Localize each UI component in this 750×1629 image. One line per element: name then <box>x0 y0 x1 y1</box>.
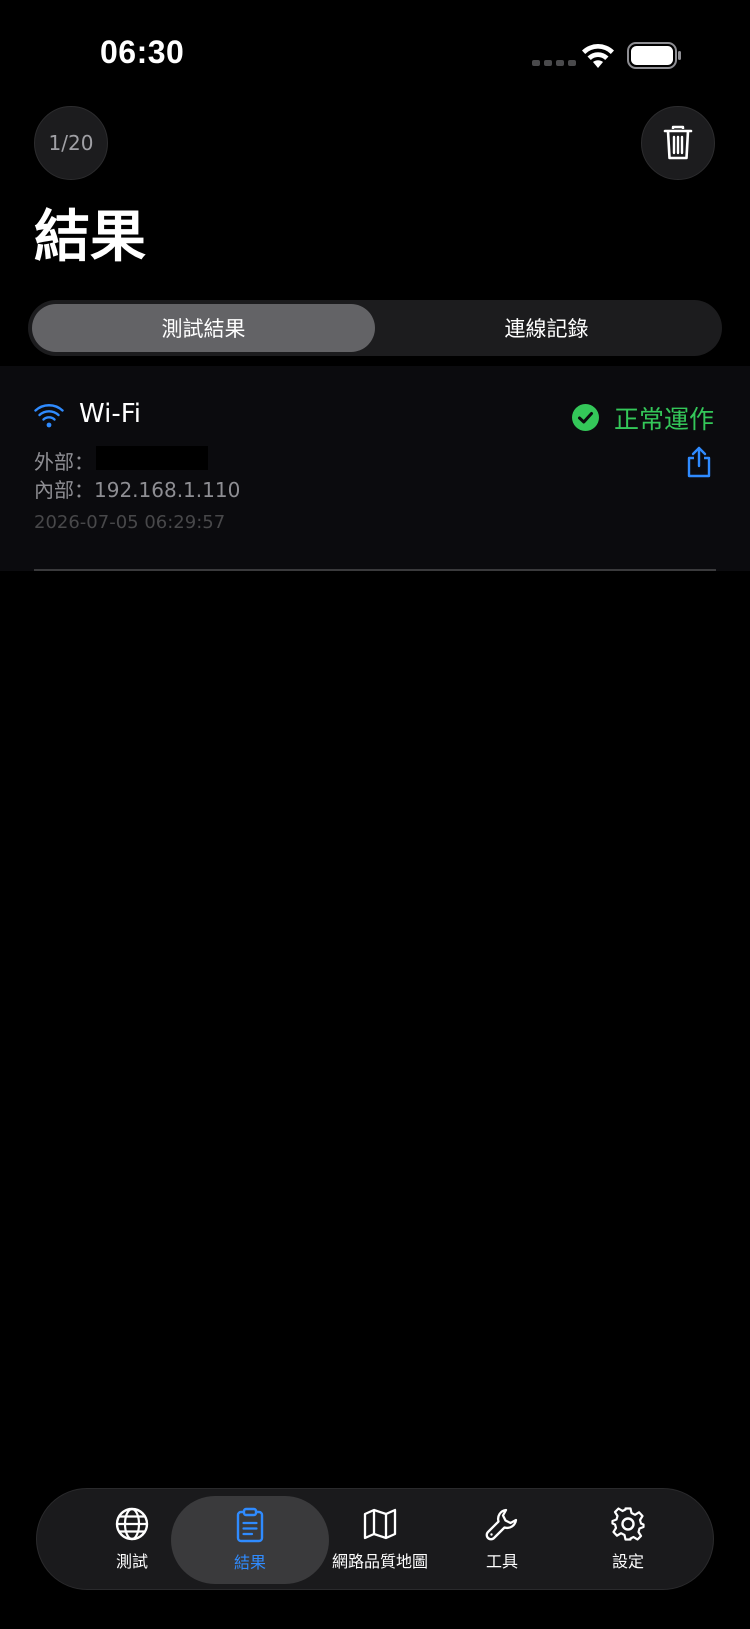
tab-test-label: 測試 <box>115 1552 148 1571</box>
clipboard-icon <box>236 1507 264 1543</box>
result-counter-button[interactable]: 1/20 <box>34 106 108 180</box>
status-time: 06:30 <box>100 34 185 70</box>
tab-network-map[interactable]: 網路品質地圖 <box>313 1489 447 1589</box>
wrench-icon <box>485 1508 518 1541</box>
status-bar: 06:30 <box>0 0 750 110</box>
tab-settings[interactable]: 設定 <box>569 1489 687 1589</box>
segment-test-results[interactable]: 測試結果 <box>32 304 375 352</box>
share-icon[interactable] <box>686 446 712 478</box>
tab-network-map-label: 網路品質地圖 <box>331 1552 428 1571</box>
segmented-control: 測試結果 連線記錄 <box>28 300 722 356</box>
wifi-icon <box>34 404 64 428</box>
redacted-external-ip <box>96 446 208 470</box>
tab-tools[interactable]: 工具 <box>443 1489 561 1589</box>
wifi-status-icon <box>582 44 614 68</box>
tab-tools-label: 工具 <box>485 1552 518 1571</box>
delete-button[interactable] <box>641 106 715 180</box>
gear-icon <box>611 1507 645 1541</box>
page-title: 結果 <box>34 205 146 270</box>
battery-icon <box>627 42 681 69</box>
tab-results[interactable]: 結果 <box>171 1496 329 1584</box>
connection-type: Wi-Fi <box>79 399 142 429</box>
tab-settings-label: 設定 <box>611 1552 644 1571</box>
status-text: 正常運作 <box>614 405 715 434</box>
internal-ip-label: 內部：192.168.1.110 <box>34 478 241 502</box>
map-icon <box>363 1508 397 1540</box>
checkmark-circle-icon <box>572 404 599 431</box>
trash-icon <box>663 125 693 160</box>
cellular-signal-icon <box>532 60 576 66</box>
globe-icon <box>115 1507 149 1541</box>
divider <box>34 569 716 571</box>
tab-results-label: 結果 <box>233 1553 266 1572</box>
external-ip-label: 外部： <box>34 450 94 474</box>
segment-connection-log[interactable]: 連線記錄 <box>375 304 718 352</box>
result-timestamp: 2026-07-05 06:29:57 <box>34 512 226 533</box>
tab-bar: 測試 結果 網路品質地圖 工具 設定 <box>36 1488 714 1590</box>
